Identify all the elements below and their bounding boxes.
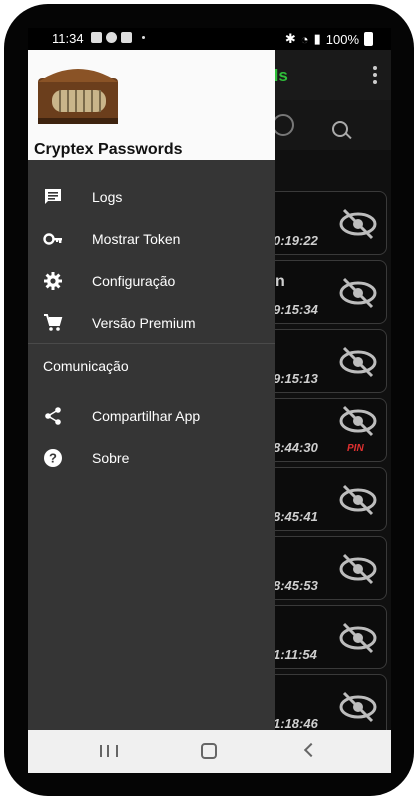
help-icon: ? xyxy=(44,449,62,467)
menu-item-configuracao[interactable]: Configuração xyxy=(28,261,275,303)
menu-item-mostrar-token[interactable]: Mostrar Token xyxy=(28,219,275,261)
eye-off-icon[interactable] xyxy=(339,277,377,309)
eye-off-icon[interactable] xyxy=(339,208,377,240)
back-icon[interactable] xyxy=(303,742,319,758)
key-icon xyxy=(43,233,62,245)
status-right: ✱ ◔ ▮ 100% xyxy=(285,31,373,47)
phone-frame: 11:34 ✱ ◔ ▮ 100% ds 0:19:22 n 9:15:34 9:… xyxy=(0,0,418,800)
screen: 11:34 ✱ ◔ ▮ 100% ds 0:19:22 n 9:15:34 9:… xyxy=(28,28,391,773)
home-icon[interactable] xyxy=(201,743,217,759)
card-timestamp: 1:11:54 xyxy=(273,647,317,662)
drawer-header: Cryptex Passwords xyxy=(28,50,275,160)
menu-item-label: Logs xyxy=(92,189,123,205)
overflow-menu-icon[interactable] xyxy=(373,66,377,87)
message-icon xyxy=(45,189,61,204)
card-timestamp: 9:15:34 xyxy=(273,302,318,317)
menu-item-label: Sobre xyxy=(92,450,130,466)
menu-item-label: Configuração xyxy=(92,273,176,289)
menu-item-sobre[interactable]: ? Sobre xyxy=(28,438,275,480)
status-time: 11:34 xyxy=(52,31,84,46)
eye-off-icon[interactable] xyxy=(339,405,377,437)
notification-icons xyxy=(91,32,145,43)
card-timestamp: 0:19:22 xyxy=(273,233,318,248)
signal-icon: ▮ xyxy=(313,31,321,46)
eye-off-icon[interactable] xyxy=(339,553,377,585)
menu-item-label: Mostrar Token xyxy=(92,231,181,247)
system-nav-bar xyxy=(28,730,391,773)
svg-text:?: ? xyxy=(49,451,57,466)
menu-item-versao-premium[interactable]: Versão Premium xyxy=(28,303,275,345)
menu-item-logs[interactable]: Logs xyxy=(28,177,275,219)
card-timestamp: 8:45:53 xyxy=(273,578,318,593)
gear-icon xyxy=(44,272,62,290)
section-header: Comunicação xyxy=(43,358,129,374)
drawer-divider xyxy=(28,343,275,344)
card-timestamp: 8:45:41 xyxy=(273,509,318,524)
card-timestamp: 8:44:30 xyxy=(273,440,318,455)
card-timestamp: 1:18:46 xyxy=(273,716,318,731)
message-notification-icon xyxy=(91,32,102,43)
wifi-icon: ◔ xyxy=(300,31,309,47)
menu-item-label: Compartilhar App xyxy=(92,408,201,424)
share-icon xyxy=(45,407,61,425)
dollar-notification-icon xyxy=(106,32,117,43)
card-name: n xyxy=(275,273,285,290)
card-notification-icon xyxy=(121,32,132,43)
pin-label: PIN xyxy=(347,443,364,454)
navigation-drawer: Cryptex Passwords Logs Mostrar Token Con… xyxy=(28,50,275,730)
bluetooth-icon: ✱ xyxy=(284,31,296,46)
menu-item-compartilhar-app[interactable]: Compartilhar App xyxy=(28,396,275,438)
card-timestamp: 9:15:13 xyxy=(273,371,318,386)
recent-apps-icon[interactable] xyxy=(100,745,118,757)
search-icon[interactable] xyxy=(332,121,348,137)
drawer-title: Cryptex Passwords xyxy=(34,141,183,158)
cryptex-logo xyxy=(38,69,118,124)
eye-off-icon[interactable] xyxy=(339,622,377,654)
more-notifications-icon xyxy=(142,36,145,39)
menu-item-label: Versão Premium xyxy=(92,315,196,331)
battery-level: 100% xyxy=(325,31,359,47)
eye-off-icon[interactable] xyxy=(339,691,377,723)
eye-off-icon[interactable] xyxy=(339,484,377,516)
eye-off-icon[interactable] xyxy=(339,346,377,378)
tab-icon[interactable] xyxy=(272,114,294,136)
cart-icon xyxy=(44,314,63,331)
battery-icon xyxy=(364,32,373,46)
status-bar: 11:34 ✱ ◔ ▮ 100% xyxy=(28,28,391,50)
